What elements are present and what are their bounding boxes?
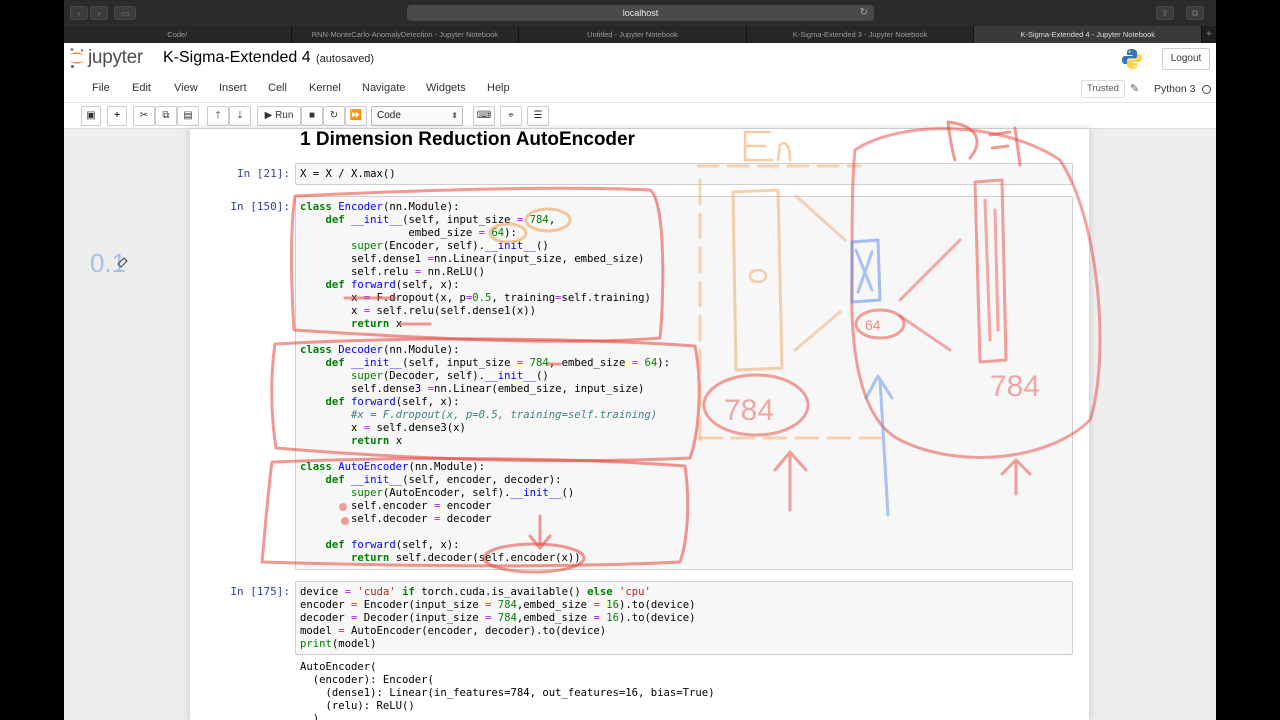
menu-insert[interactable]: Insert <box>219 82 247 94</box>
play-icon: ▶︎ <box>264 110 273 121</box>
save-icon: ▣ <box>86 110 96 121</box>
reload-icon[interactable]: ↻ <box>860 5 868 21</box>
code-line: X = X / X.max() <box>300 168 396 180</box>
cell-type-value: Code <box>377 110 401 121</box>
crosshair-icon: ⌖ <box>508 110 514 121</box>
tab-ksigma-4[interactable]: K-Sigma-Extended 4 - Jupyter Notebook <box>974 26 1202 43</box>
cell-prompt: In [150]: <box>230 200 290 213</box>
copy-icon: ⧉ <box>162 110 170 121</box>
toc-button[interactable]: ⌖ <box>500 106 522 126</box>
menu-view[interactable]: View <box>174 82 198 94</box>
browser-window: ‹ › ▭ localhost ↻ ⇪ ⧉ Code/ RNN-MonteCar… <box>64 0 1216 720</box>
notebook-title[interactable]: K-Sigma-Extended 4 <box>163 49 311 67</box>
move-down-button[interactable]: 🡓 <box>229 106 251 126</box>
output-line: AutoEncoder( <box>300 661 377 673</box>
menubar: File Edit View Insert Cell Kernel Naviga… <box>64 75 1216 103</box>
paste-button[interactable]: ▤ <box>177 106 199 126</box>
kernel-name: Python 3 <box>1154 83 1196 95</box>
jupyter-logo-icon <box>70 48 84 69</box>
interrupt-button[interactable]: ■ <box>301 106 323 126</box>
fast-forward-icon: ⏩ <box>349 110 363 121</box>
jupyter-logo[interactable]: jupyter <box>69 47 143 69</box>
menu-help[interactable]: Help <box>487 82 510 94</box>
scissors-icon: ✂ <box>139 110 149 121</box>
code-block-model-init: device = 'cuda' if torch.cuda.is_availab… <box>300 586 696 650</box>
menu-edit[interactable]: Edit <box>132 82 151 94</box>
new-tab-button[interactable]: + <box>1202 26 1216 43</box>
handwritten-side-note: 0.1 <box>90 248 128 278</box>
save-status: (autosaved) <box>316 53 375 65</box>
output-line: ) <box>300 713 320 720</box>
menu-file[interactable]: File <box>92 82 110 94</box>
menu-cell[interactable]: Cell <box>268 82 287 94</box>
url-text: localhost <box>622 8 659 18</box>
sidebar-toggle-icon[interactable]: ▭ <box>114 6 136 20</box>
toolbar: ▣ + ✂ ⧉ ▤ 🡑 🡓 ▶︎ Run ■ ↻ ⏩ Code ⬍ ⌨ ⌖ ☰ <box>64 103 1216 129</box>
code-block-autoencoder: class Encoder(nn.Module): def __init__(s… <box>300 201 671 564</box>
restart-icon: ↻ <box>329 110 339 121</box>
jupyter-header: jupyter K-Sigma-Extended 4 (autosaved) L… <box>64 43 1216 75</box>
cell-type-select[interactable]: Code ⬍ <box>371 106 463 126</box>
code-cell[interactable] <box>295 163 1073 185</box>
insert-cell-button[interactable]: + <box>107 106 127 126</box>
python-logo-icon <box>1122 49 1142 69</box>
browser-tabs: Code/ RNN-MonteCarlo-AnomalyDetection - … <box>64 26 1216 43</box>
tab-code[interactable]: Code/ <box>64 26 292 43</box>
copy-button[interactable]: ⧉ <box>155 106 177 126</box>
command-palette-button[interactable]: ⌨ <box>473 106 495 126</box>
output-line: (relu): ReLU() <box>300 700 415 712</box>
move-up-button[interactable]: 🡑 <box>207 106 229 126</box>
tab-untitled[interactable]: Untitled - Jupyter Notebook <box>519 26 747 43</box>
cell-prompt: In [21]: <box>237 167 290 180</box>
cell-prompt: In [175]: <box>230 585 290 598</box>
menu-navigate[interactable]: Navigate <box>362 82 405 94</box>
output-line: (dense1): Linear(in_features=784, out_fe… <box>300 687 715 699</box>
share-icon[interactable]: ⇪ <box>1156 6 1174 20</box>
logout-button[interactable]: Logout <box>1162 48 1210 70</box>
run-label: Run <box>275 110 294 121</box>
list-button[interactable]: ☰ <box>527 106 549 126</box>
plus-icon: + <box>114 110 120 121</box>
back-button[interactable]: ‹ <box>70 6 88 20</box>
keyboard-icon: ⌨ <box>476 110 492 121</box>
stop-icon: ■ <box>308 110 316 121</box>
jupyter-logo-text: jupyter <box>88 47 143 68</box>
trusted-badge[interactable]: Trusted <box>1081 80 1125 98</box>
address-bar[interactable]: localhost ↻ <box>407 5 874 21</box>
list-icon: ☰ <box>533 110 543 121</box>
side-note-text: 0.1 <box>90 248 126 278</box>
section-heading: 1 Dimension Reduction AutoEncoder <box>300 129 635 150</box>
run-button[interactable]: ▶︎ Run <box>257 106 301 126</box>
forward-button[interactable]: › <box>90 6 108 20</box>
menu-kernel[interactable]: Kernel <box>309 82 341 94</box>
arrow-up-icon: 🡑 <box>215 110 221 121</box>
kernel-status-icon <box>1202 85 1211 94</box>
chevron-updown-icon: ⬍ <box>451 111 458 120</box>
arrow-down-icon: 🡓 <box>237 110 243 121</box>
restart-button[interactable]: ↻ <box>323 106 345 126</box>
output-line: (encoder): Encoder( <box>300 674 434 686</box>
tab-rnn[interactable]: RNN-MonteCarlo-AnomalyDetection - Jupyte… <box>291 26 520 43</box>
pencil-icon[interactable]: ✎ <box>1130 82 1139 95</box>
browser-titlebar: ‹ › ▭ localhost ↻ ⇪ ⧉ <box>64 0 1216 26</box>
menu-widgets[interactable]: Widgets <box>426 82 466 94</box>
tab-overview-icon[interactable]: ⧉ <box>1186 6 1204 20</box>
notebook-container: 1 Dimension Reduction AutoEncoder In [21… <box>190 129 1089 720</box>
tab-ksigma-3[interactable]: K-Sigma-Extended 3 - Jupyter Notebook <box>746 26 975 43</box>
cut-button[interactable]: ✂ <box>133 106 155 126</box>
restart-run-all-button[interactable]: ⏩ <box>345 106 367 126</box>
paste-icon: ▤ <box>183 110 193 121</box>
save-button[interactable]: ▣ <box>81 106 101 126</box>
